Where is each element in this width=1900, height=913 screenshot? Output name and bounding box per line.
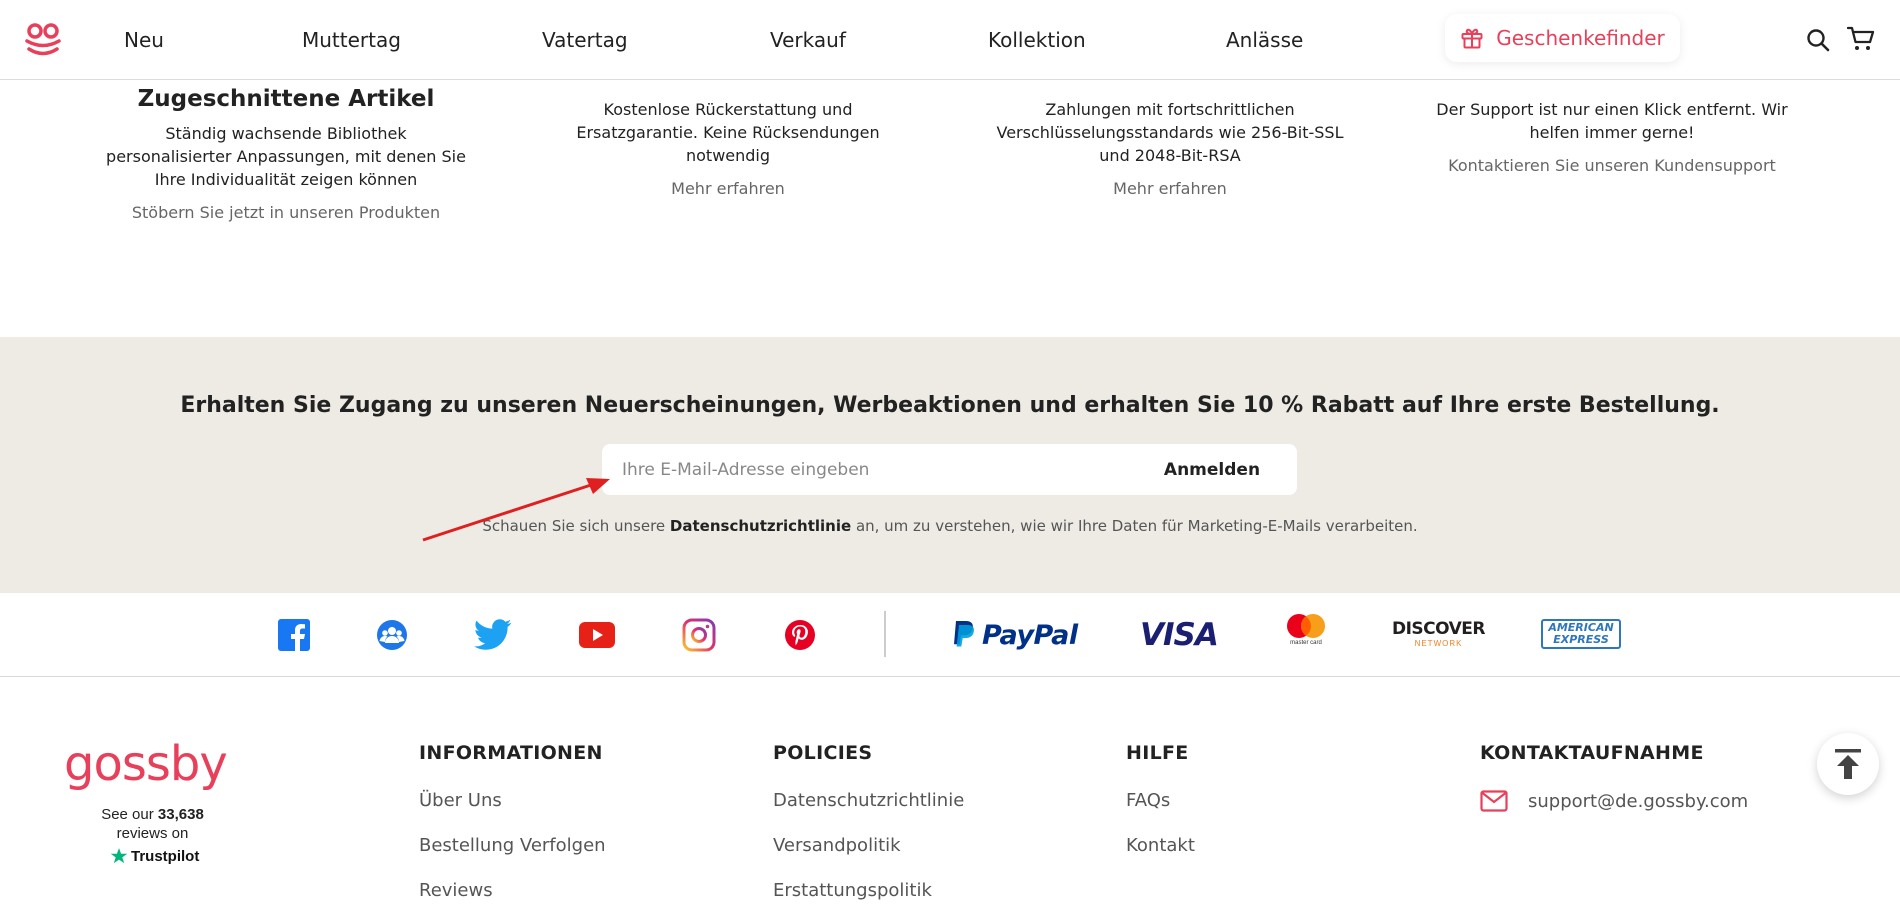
contact-link[interactable]: Kontakt [1126,835,1195,880]
feature-support: Der Support ist nur einen Klick entfernt… [1432,98,1792,175]
support-email[interactable]: support@de.gossby.com [1528,791,1748,812]
newsletter-form: Anmelden [602,444,1297,495]
faqs-link[interactable]: FAQs [1126,790,1195,835]
arrow-up-icon [1835,749,1861,779]
feature-text-line: personalisierter Anpassungen, mit denen … [106,147,466,166]
scroll-to-top-button[interactable] [1817,733,1879,795]
trust-text: reviews on [116,825,189,842]
gift-finder-label: Geschenkefinder [1496,26,1665,50]
trustpilot-summary: See our 33,638 reviews on [60,805,245,843]
feature-refund: Kostenlose Rückerstattung und Ersatzgara… [548,98,908,198]
review-count: 33,638 [157,806,204,823]
search-icon[interactable] [1806,28,1830,57]
footer-column-information: INFORMATIONEN Über Uns Bestellung Verfol… [419,742,606,913]
discover-subtext: NETWORK [1414,639,1463,648]
newsletter-section: Erhalten Sie Zugang zu unseren Neuersche… [0,337,1900,593]
footer-column-policies: POLICIES Datenschutzrichtlinie Versandpo… [773,742,964,913]
community-icon[interactable] [372,615,412,655]
trust-text: See our [101,806,154,823]
features-section: Zugeschnittene Artikel Ständig wachsende… [0,80,1900,337]
mastercard-icon [1287,614,1325,638]
nav-fathers-day[interactable]: Vatertag [542,28,628,52]
trustpilot-logo[interactable]: Trustpilot [110,847,199,865]
feature-text-line: Zahlungen mit fortschrittlichen [1045,100,1295,119]
paypal-text: PayPal [982,619,1078,651]
learn-more-link[interactable]: Mehr erfahren [548,179,908,198]
discover-logo: DISCOVER NETWORK [1392,619,1486,648]
mastercard-text: master card [1290,640,1322,646]
gift-finder-button[interactable]: Geschenkefinder [1445,14,1680,62]
track-order-link[interactable]: Bestellung Verfolgen [419,835,606,880]
amex-text: EXPRESS [1553,633,1609,646]
paypal-icon [954,621,974,647]
privacy-policy-link[interactable]: Datenschutzrichtlinie [670,517,851,535]
nav-sale[interactable]: Verkauf [770,28,846,52]
feature-text: Der Support ist nur einen Klick entfernt… [1432,98,1792,144]
footer-column-title: HILFE [1126,742,1189,764]
feature-text-line: und 2048-Bit-RSA [1099,146,1241,165]
contact-email-row[interactable]: support@de.gossby.com [1480,790,1748,812]
privacy-policy-link[interactable]: Datenschutzrichtlinie [773,790,964,835]
social-payment-bar: PayPal VISA master card DISCOVER NETWORK… [0,593,1900,677]
footer-column-title: KONTAKTAUFNAHME [1480,742,1704,764]
feature-text-line: notwendig [685,146,771,165]
newsletter-title: Erhalten Sie Zugang zu unseren Neuersche… [180,393,1720,418]
learn-more-link[interactable]: Mehr erfahren [990,179,1350,198]
feature-text-line: Ihre Individualität zeigen können [154,170,418,189]
site-header: Neu Muttertag Vatertag Verkauf Kollektio… [0,0,1900,80]
feature-text-line: Ständig wachsende Bibliothek [165,124,407,143]
divider [884,611,886,657]
paypal-logo: PayPal [950,617,1078,653]
pinterest-icon[interactable] [780,615,820,655]
nav-occasions[interactable]: Anlässe [1226,28,1303,52]
subscribe-button[interactable]: Anmelden [1147,444,1277,495]
feature-secure-payment: Zahlungen mit fortschrittlichen Verschlü… [990,98,1350,198]
trustpilot-star-icon [110,848,128,864]
feature-text-line: Kostenlose Rückerstattung und [603,100,853,119]
gossby-logo-text: gossby [64,736,228,792]
twitter-icon[interactable] [473,615,513,655]
amex-logo: AMERICAN EXPRESS [1541,619,1621,649]
trustpilot-text: Trustpilot [131,847,200,865]
reviews-link[interactable]: Reviews [419,880,606,913]
refund-policy-link[interactable]: Erstattungspolitik [773,880,964,913]
privacy-text: an, um zu verstehen, wie wir Ihre Daten … [855,517,1418,535]
gossby-logo-icon[interactable] [24,22,62,63]
feature-text: Ständig wachsende Bibliothek personalisi… [106,122,466,191]
nav-mothers-day[interactable]: Muttertag [302,28,401,52]
mail-icon [1480,790,1508,812]
visa-text: VISA [1140,617,1219,653]
email-input[interactable] [622,444,1122,495]
footer-column-title: POLICIES [773,742,873,764]
youtube-icon[interactable] [577,615,617,655]
gossby-logo[interactable]: gossby [64,736,228,792]
footer: gossby See our 33,638 reviews on Trustpi… [0,678,1900,913]
feature-text: Zahlungen mit fortschrittlichen Verschlü… [990,98,1350,167]
footer-column-title: INFORMATIONEN [419,742,603,764]
contact-support-link[interactable]: Kontaktieren Sie unseren Kundensupport [1432,156,1792,175]
feature-text-line: helfen immer gerne! [1529,123,1695,142]
facebook-icon[interactable] [274,615,314,655]
feature-text-line: Der Support ist nur einen Klick entfernt… [1436,100,1788,119]
gift-icon [1461,28,1483,49]
feature-text-line: Verschlüsselungsstandards wie 256-Bit-SS… [996,123,1344,142]
footer-column-help: HILFE FAQs Kontakt [1126,742,1195,880]
discover-text: DISCOVER [1392,619,1486,639]
instagram-icon[interactable] [679,615,719,655]
nav-new[interactable]: Neu [124,28,164,52]
nav-collection[interactable]: Kollektion [988,28,1086,52]
feature-tailored: Zugeschnittene Artikel Ständig wachsende… [106,86,466,222]
about-us-link[interactable]: Über Uns [419,790,606,835]
shipping-policy-link[interactable]: Versandpolitik [773,835,964,880]
feature-text-line: Ersatzgarantie. Keine Rücksendungen [576,123,880,142]
footer-column-contact: KONTAKTAUFNAHME support@de.gossby.com [1480,742,1748,812]
cart-icon[interactable] [1846,26,1875,57]
feature-text: Kostenlose Rückerstattung und Ersatzgara… [548,98,908,167]
mastercard-logo: master card [1284,613,1328,646]
visa-logo: VISA [1140,617,1219,653]
feature-title: Zugeschnittene Artikel [137,86,435,112]
privacy-note: Schauen Sie sich unsere Datenschutzricht… [0,517,1900,535]
browse-products-link[interactable]: Stöbern Sie jetzt in unseren Produkten [106,203,466,222]
annotation-arrow-icon [422,478,610,542]
